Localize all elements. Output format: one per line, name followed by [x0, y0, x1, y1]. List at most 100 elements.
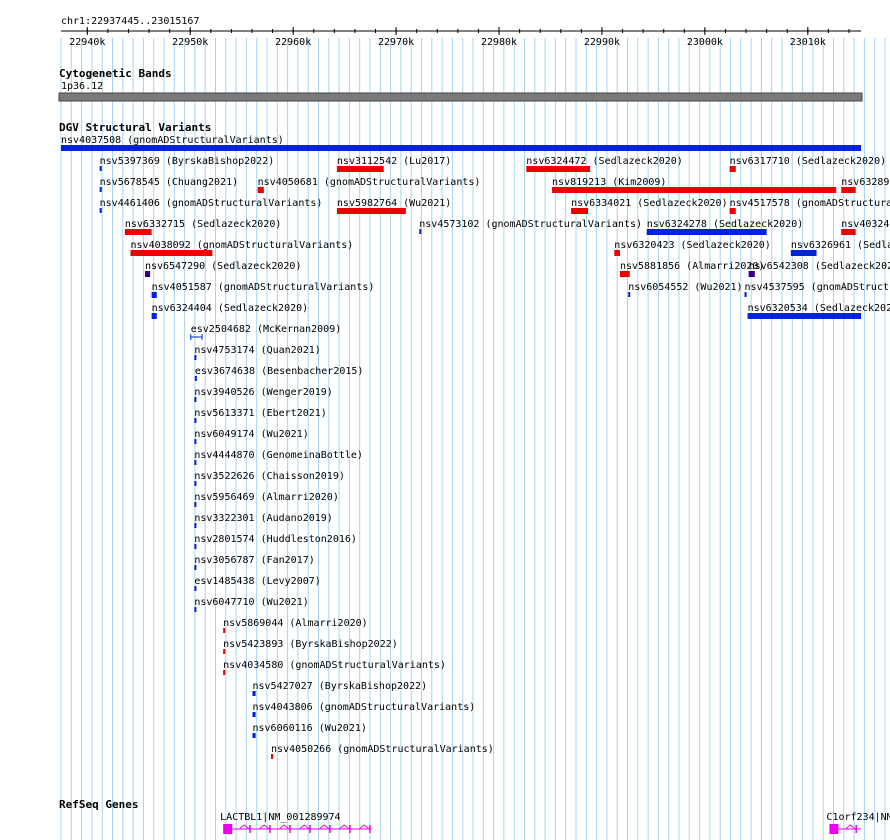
dgv-feature[interactable]: nsv6324472 (Sedlazeck2020) [526, 156, 683, 172]
dgv-feature[interactable]: nsv3522626 (Chaisson2019) [194, 471, 345, 486]
dgv-feature[interactable]: nsv6324404 (Sedlazeck2020) [151, 303, 309, 319]
refseq-track-title: RefSeq Genes [59, 798, 138, 811]
refseq-strand-arrow [338, 824, 350, 830]
dgv-feature-label: esv2504682 (McKernan2009) [191, 324, 342, 335]
dgv-feature[interactable]: nsv3056787 (Fan2017) [194, 555, 315, 570]
dgv-feature[interactable]: esv3674638 (Besenbacher2015) [194, 366, 364, 381]
dgv-feature-label: nsv3056787 (Fan2017) [194, 555, 314, 566]
dgv-feature-label: nsv3112542 (Lu2017) [337, 156, 451, 167]
dgv-feature[interactable]: nsv5613371 (Ebert2021) [194, 408, 327, 423]
dgv-track-title: DGV Structural Variants [59, 121, 211, 134]
dgv-feature[interactable]: nsv3112542 (Lu2017) [336, 156, 451, 172]
dgv-feature-label: nsv4537595 (gnomADStructuralVariants) [745, 282, 890, 293]
dgv-feature-label: nsv4444870 (GenomeinaBottle) [194, 450, 363, 461]
dgv-feature[interactable]: nsv5397369 (ByrskaBishop2022) [99, 156, 275, 171]
dgv-feature[interactable]: nsv6320534 (Sedlazeck2020) [747, 303, 890, 319]
dgv-feature[interactable]: nsv6049174 (Wu2021) [194, 429, 309, 444]
dgv-feature-label: nsv5869044 (Almarri2020) [223, 618, 368, 629]
refseq-strand-arrow [298, 824, 310, 830]
dgv-feature-label: nsv6320423 (Sedlazeck2020) [614, 240, 771, 251]
dgv-feature-label: nsv5881856 (Almarri2020) [620, 261, 765, 272]
dgv-feature-label: nsv5678545 (Chuang2021) [100, 177, 238, 188]
refseq-exon [269, 825, 271, 833]
refseq-exon [289, 825, 291, 833]
dgv-feature-label: nsv4038092 (gnomADStructuralVariants) [131, 240, 354, 251]
dgv-feature[interactable]: esv1485438 (Levy2007) [194, 576, 321, 591]
ruler-tick-label: 23000k [687, 37, 723, 48]
dgv-feature[interactable]: nsv819213 (Kim2009) [552, 177, 837, 193]
ruler-tick-label: 22990k [584, 37, 620, 48]
dgv-feature-label: nsv5982764 (Wu2021) [337, 198, 451, 209]
refseq-exon [829, 824, 839, 834]
dgv-feature-label: nsv6047710 (Wu2021) [194, 597, 308, 608]
dgv-feature[interactable]: nsv632892 [841, 177, 890, 193]
dgv-feature-label: nsv3940526 (Wenger2019) [194, 387, 332, 398]
dgv-feature-label: nsv6332715 (Sedlazeck2020) [125, 219, 282, 230]
cytoband-name: 1p36.12 [61, 81, 103, 92]
refseq-exon [855, 825, 857, 833]
dgv-feature[interactable]: nsv6547290 (Sedlazeck2020) [144, 261, 302, 277]
dgv-feature[interactable]: nsv6324278 (Sedlazeck2020) [646, 219, 804, 235]
dgv-feature-label: nsv4573102 (gnomADStructuralVariants) [419, 219, 642, 230]
ruler-tick-label: 22940k [69, 37, 105, 48]
dgv-feature-label: nsv819213 (Kim2009) [552, 177, 666, 188]
dgv-feature-label: nsv6324278 (Sedlazeck2020) [647, 219, 804, 230]
refseq-gene[interactable]: LACTBL1|NM_001289974 [220, 812, 372, 834]
dgv-feature[interactable]: nsv4444870 (GenomeinaBottle) [194, 450, 363, 465]
dgv-feature[interactable]: nsv5678545 (Chuang2021) [99, 177, 238, 192]
cytoband-bar[interactable] [58, 92, 863, 102]
dgv-feature[interactable]: nsv6054552 (Wu2021) [628, 282, 743, 297]
dgv-feature[interactable]: nsv4537595 (gnomADStructuralVariants) [744, 282, 890, 297]
refseq-exon [223, 824, 233, 834]
dgv-feature-label: nsv6542308 (Sedlazeck2020) [749, 261, 890, 272]
dgv-feature-label: esv3674638 (Besenbacher2015) [195, 366, 364, 377]
dgv-feature[interactable]: nsv6334021 (Sedlazeck2020) [571, 198, 728, 214]
refseq-exon [329, 825, 331, 833]
dgv-feature-label: nsv4050681 (gnomADStructuralVariants) [258, 177, 481, 188]
dgv-feature-label: nsv5613371 (Ebert2021) [194, 408, 326, 419]
ruler-ticks: 22940k 22950k 22960k 22970k 22980k 22990k 2300… [69, 27, 850, 48]
dgv-feature-label: nsv6326961 (Sedlazeck2020) [791, 240, 890, 251]
ruler-tick-label: 22950k [172, 37, 208, 48]
dgv-feature[interactable]: nsv6047710 (Wu2021) [194, 597, 309, 612]
dgv-feature-label: nsv6049174 (Wu2021) [194, 429, 308, 440]
refseq-exon [309, 825, 311, 833]
dgv-feature-label: nsv4034580 (gnomADStructuralVariants) [223, 660, 446, 671]
dgv-feature[interactable]: nsv403245 [841, 219, 890, 235]
dgv-feature[interactable]: nsv5869044 (Almarri2020) [223, 618, 368, 633]
dgv-feature[interactable]: nsv5423893 (ByrskaBishop2022) [223, 639, 398, 654]
refseq-strand-arrow [258, 824, 270, 830]
dgv-feature[interactable]: nsv4038092 (gnomADStructuralVariants) [130, 240, 354, 256]
dgv-feature-label: nsv4050266 (gnomADStructuralVariants) [271, 744, 494, 755]
dgv-feature-label: nsv4051587 (gnomADStructuralVariants) [152, 282, 375, 293]
dgv-feature-label: nsv632892 [841, 177, 890, 188]
refseq-strand-arrow [358, 824, 370, 830]
dgv-feature[interactable]: nsv4753174 (Quan2021) [194, 345, 321, 360]
dgv-feature[interactable]: nsv4050681 (gnomADStructuralVariants) [257, 177, 481, 193]
refseq-strand-arrow [318, 824, 330, 830]
dgv-feature[interactable]: nsv6317710 (Sedlazeck2020) [729, 156, 887, 172]
dgv-feature-label: nsv6547290 (Sedlazeck2020) [145, 261, 302, 272]
refseq-gene[interactable]: C1orf234|NM_0 [826, 812, 890, 834]
dgv-feature[interactable]: nsv2801574 (Huddleston2016) [194, 534, 357, 549]
dgv-feature-label: nsv6060116 (Wu2021) [253, 723, 367, 734]
refseq-exon [349, 825, 351, 833]
genome-browser-view[interactable]: chr1:22937445..23015167 22940k 22950k 2296… [0, 0, 890, 840]
dgv-features: nsv4037508 (gnomADStructuralVariants) nsv… [61, 135, 890, 759]
dgv-feature[interactable]: nsv5881856 (Almarri2020) [619, 261, 765, 277]
ruler-tick-label: 22980k [481, 37, 517, 48]
refseq-strand-arrow [238, 824, 250, 830]
dgv-feature[interactable]: nsv4050266 (gnomADStructuralVariants) [271, 744, 494, 759]
dgv-feature[interactable]: nsv6542308 (Sedlazeck2020) [748, 261, 890, 277]
dgv-feature[interactable]: nsv5982764 (Wu2021) [336, 198, 451, 214]
dgv-feature-label: nsv4043806 (gnomADStructuralVariants) [253, 702, 476, 713]
dgv-feature[interactable]: nsv4517578 (gnomADStructuralVariants) [729, 198, 890, 214]
dgv-feature-label: nsv2801574 (Huddleston2016) [194, 534, 357, 545]
refseq-exon [249, 825, 251, 833]
ruler-tick-label: 23010k [790, 37, 826, 48]
dgv-feature-label: nsv6320534 (Sedlazeck2020) [748, 303, 890, 314]
dgv-feature-label: nsv6324472 (Sedlazeck2020) [526, 156, 683, 167]
dgv-feature[interactable]: nsv6332715 (Sedlazeck2020) [124, 219, 282, 235]
refseq-gene-label: LACTBL1|NM_001289974 [220, 812, 340, 823]
dgv-feature-label: nsv6317710 (Sedlazeck2020) [730, 156, 887, 167]
